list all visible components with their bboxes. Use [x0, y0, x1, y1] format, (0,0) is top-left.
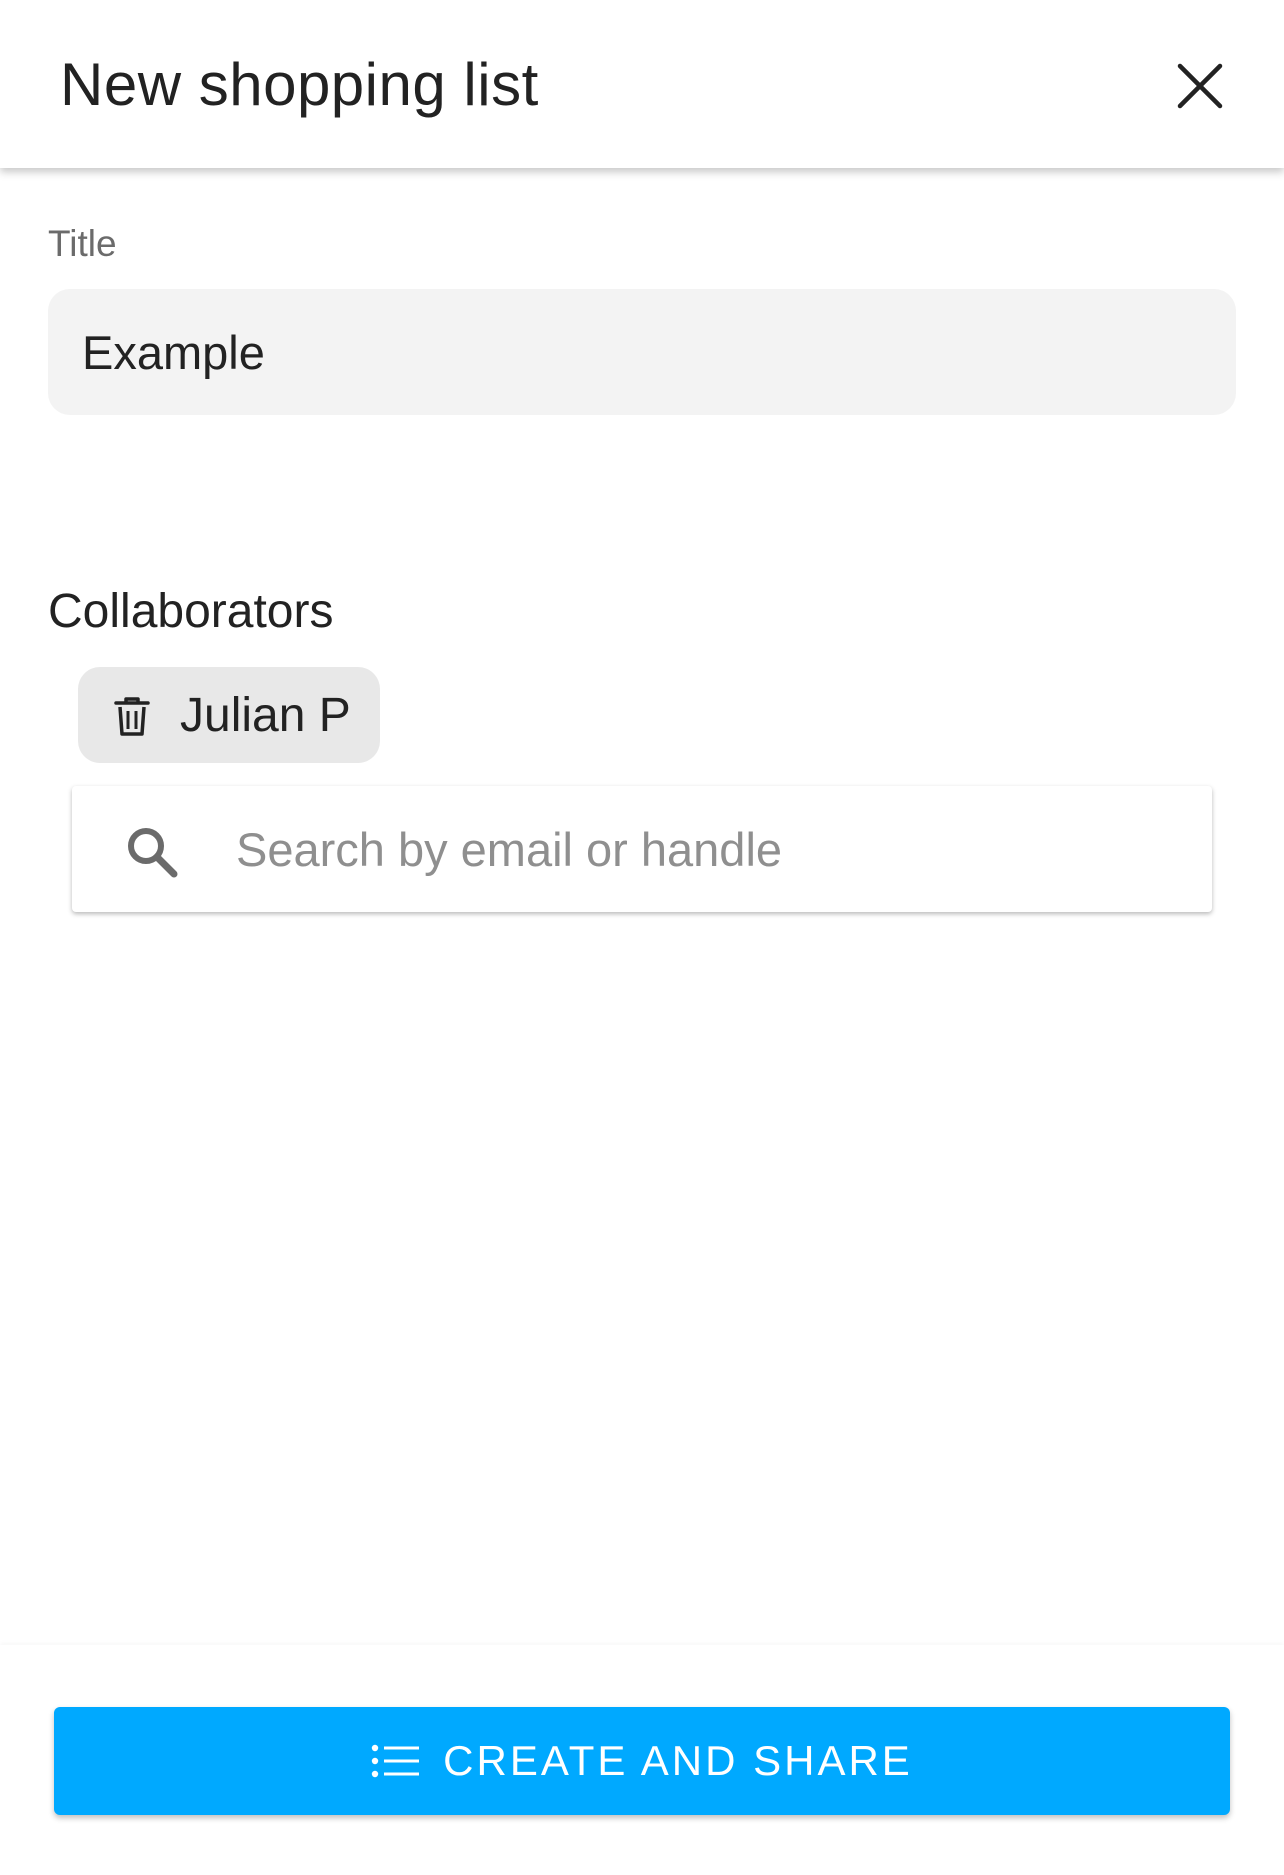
list-icon [371, 1744, 420, 1778]
collaborator-name: Julian P [180, 689, 351, 742]
collaborator-search-input[interactable] [236, 814, 1176, 884]
close-icon [1177, 63, 1223, 109]
collaborators-heading: Collaborators [48, 585, 334, 638]
dialog-footer: CREATE AND SHARE [0, 1645, 1284, 1875]
create-and-share-label: CREATE AND SHARE [443, 1737, 913, 1784]
title-label: Title [48, 223, 117, 264]
search-icon [128, 828, 178, 878]
remove-collaborator-button[interactable] [112, 694, 152, 738]
collaborator-search-box [72, 786, 1212, 912]
dialog-title: New shopping list [60, 51, 539, 118]
trash-icon [114, 697, 150, 736]
new-shopping-list-dialog: New shopping list Title Collaborators Ju… [0, 0, 1284, 1875]
close-button[interactable] [1170, 56, 1230, 116]
create-and-share-button[interactable]: CREATE AND SHARE [54, 1707, 1230, 1815]
collaborator-chip: Julian P [78, 667, 380, 763]
dialog-header: New shopping list [0, 0, 1284, 168]
title-input[interactable] [48, 289, 1236, 415]
